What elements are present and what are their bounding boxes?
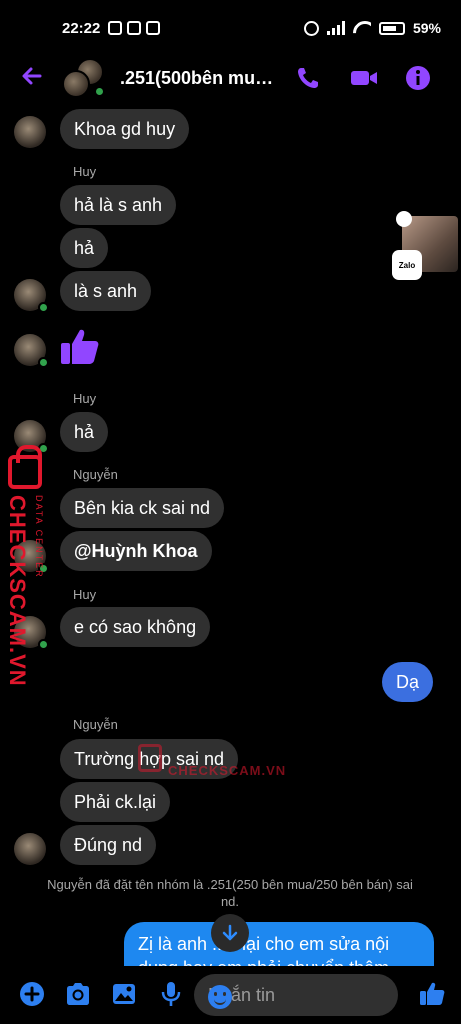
emoji-icon[interactable] — [208, 985, 232, 1009]
message-bubble[interactable]: hả — [60, 412, 109, 452]
video-call-icon[interactable] — [348, 62, 380, 94]
battery-icon — [378, 21, 405, 35]
message-bubble[interactable]: e có sao không — [60, 607, 211, 647]
message-bubble[interactable]: @Huỳnh Khoa — [60, 531, 212, 571]
sender-name: Huy — [73, 587, 97, 602]
message-bubble[interactable]: Đúng nd — [60, 825, 157, 865]
status-bar: 22:22 59% — [0, 0, 461, 56]
message-bubble[interactable]: Bên kia ck sai nd — [60, 488, 225, 528]
message-bubble[interactable]: Phải ck.lại — [60, 782, 171, 822]
thumbs-up-icon[interactable] — [58, 324, 102, 368]
watermark-text: CHECKSCAM.VN — [168, 763, 287, 778]
watermark: CHECKSCAM.VN DATA CENTER — [4, 445, 44, 687]
sender-name: Huy — [73, 391, 97, 406]
system-message: Nguyễn đã đặt tên nhóm là .251(250 bên m… — [47, 877, 413, 909]
signal-icon — [326, 21, 345, 35]
outgoing-message-bubble[interactable]: Dạ — [381, 662, 433, 702]
thumbs-up-icon[interactable] — [418, 979, 446, 1007]
chat-title[interactable]: .251(500bên mua... — [120, 68, 280, 89]
zalo-app-badge[interactable]: Zalo — [392, 250, 422, 280]
watermark-text: CHECKSCAM.VN — [5, 495, 30, 687]
lock-icon — [8, 445, 42, 489]
avatar[interactable] — [14, 334, 49, 368]
message-input[interactable]: Nhắn tin — [194, 974, 398, 1016]
battery-percent: 59% — [412, 20, 441, 36]
microphone-icon[interactable] — [157, 980, 185, 1008]
avatar[interactable] — [14, 279, 49, 313]
status-time: 22:22 — [62, 20, 101, 37]
message-composer: Nhắn tin — [0, 966, 461, 1024]
message-bubble[interactable]: hả — [60, 228, 109, 268]
sender-name: Nguyễn — [73, 467, 118, 482]
sender-name: Nguyễn — [73, 717, 118, 732]
message-bubble[interactable]: Khoa gd huy — [60, 109, 190, 149]
message-bubble[interactable]: là s anh — [60, 271, 152, 311]
image-icon[interactable] — [110, 980, 138, 1008]
notification-icon — [108, 21, 122, 35]
group-avatar[interactable] — [62, 58, 108, 98]
phone-icon[interactable] — [292, 62, 324, 94]
avatar[interactable] — [14, 833, 46, 865]
notification-icon — [146, 21, 160, 35]
plus-icon[interactable] — [18, 980, 46, 1008]
camera-icon[interactable] — [64, 980, 92, 1008]
sender-name: Huy — [73, 164, 97, 179]
notification-icon — [127, 21, 141, 35]
watermark-subtext: DATA CENTER — [34, 495, 44, 579]
lock-icon — [138, 744, 162, 772]
scroll-down-button[interactable] — [211, 914, 249, 952]
avatar[interactable] — [14, 116, 46, 148]
arrow-down-icon — [222, 924, 238, 941]
wifi-icon — [353, 21, 371, 35]
alarm-icon — [303, 20, 319, 36]
floating-close-button[interactable] — [396, 211, 412, 227]
message-bubble[interactable]: hả là s anh — [60, 185, 177, 225]
chat-header: .251(500bên mua... — [0, 56, 461, 100]
back-arrow-icon[interactable] — [18, 62, 46, 90]
info-icon[interactable] — [402, 62, 434, 94]
